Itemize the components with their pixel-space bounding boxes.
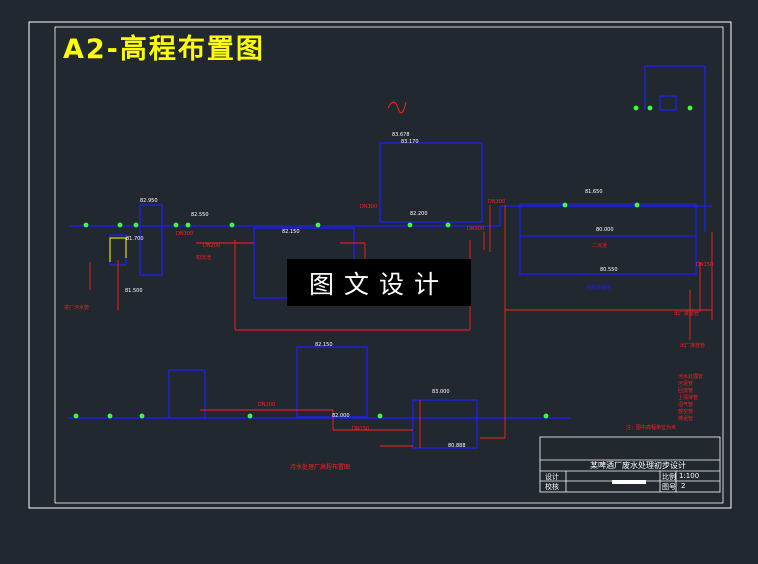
weir-symbol	[387, 101, 407, 114]
legend-item: 污水处理管	[678, 374, 704, 380]
legend-item: 放空管	[678, 409, 694, 415]
legend-note: 注：图中高程单位为米	[626, 425, 677, 431]
elevation-label: 81.700	[126, 236, 144, 242]
unit-label-sludge: 污泥浓缩池	[586, 285, 612, 291]
legend-item: 回流管	[678, 388, 694, 394]
legend-item: 上清液管	[678, 395, 699, 401]
title-block-bar	[612, 480, 646, 484]
elevation-label: 83.170	[401, 139, 419, 145]
sludge-pipe-network	[89, 205, 713, 448]
elevation-label: 80.000	[596, 227, 614, 233]
unit-label-outfall: 出厂排放管	[680, 343, 706, 349]
pipe-label: DN300	[467, 226, 485, 232]
elevation-label: 80.550	[600, 267, 618, 273]
scale-label: 比例	[662, 473, 676, 481]
caption: 污水处理厂高程布置图	[290, 464, 351, 471]
unit-label-primary: 初沉池	[196, 255, 212, 261]
unit-label-secondary: 二沉池	[592, 243, 608, 249]
elevation-label: 82.550	[191, 212, 209, 218]
highlight-line	[109, 237, 127, 262]
scale-value: 1:100	[679, 472, 700, 480]
elevation-label: 83.000	[432, 389, 450, 395]
pipe-label: DN300	[488, 199, 506, 205]
water-pipe-network	[68, 65, 712, 449]
sheet-label: 图号	[662, 483, 676, 491]
pipe-label: DN150	[352, 426, 370, 432]
elevation-label: 82.200	[410, 211, 428, 217]
project-name: 某啤酒厂废水处理初步设计	[590, 461, 686, 470]
elevation-label: 80.888	[448, 443, 466, 449]
legend-item: 污泥管	[678, 381, 694, 387]
elevation-label: 83.678	[392, 132, 410, 138]
row-label-design: 设计	[545, 473, 559, 481]
elevation-label: 82.950	[140, 198, 158, 204]
legend-item: 排泥管	[678, 416, 694, 422]
elevation-label: 82.000	[332, 413, 350, 419]
drawing-title: A2-高程布置图	[63, 34, 265, 65]
pipe-label: DN150	[696, 262, 714, 268]
sheet-value: 2	[681, 482, 686, 490]
elevation-label: 82.150	[315, 342, 333, 348]
elevation-label: 82.150	[282, 229, 300, 235]
pipe-label: DN300	[360, 204, 378, 210]
unit-label-inlet: 进厂污水管	[64, 305, 90, 311]
elevation-label: 81.650	[585, 189, 603, 195]
watermark: 图文设计	[287, 259, 471, 306]
pipe-label: DN200	[258, 402, 276, 408]
unit-label-outlet: 出厂排放管	[674, 311, 700, 317]
pipe-label: DN300	[176, 231, 194, 237]
elevation-label: 81.500	[125, 288, 143, 294]
pipe-label: DN200	[203, 243, 221, 249]
row-label-check: 校核	[545, 483, 559, 491]
legend-item: 沼气管	[678, 402, 694, 408]
